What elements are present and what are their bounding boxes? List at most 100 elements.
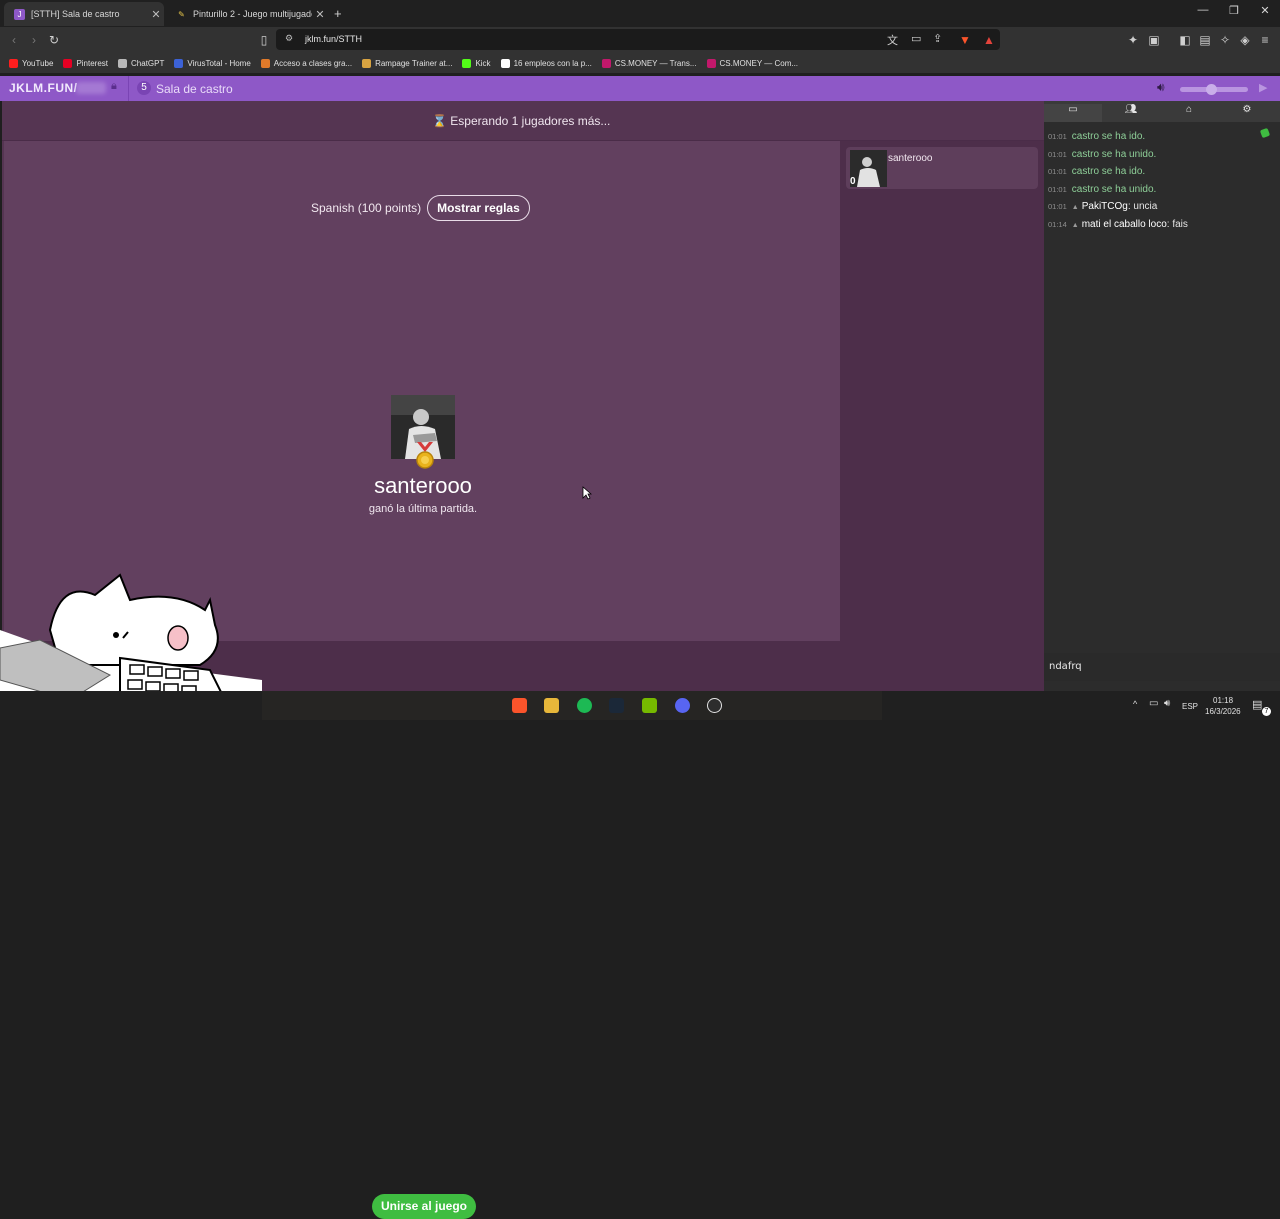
winner-caption: ganó la última partida.	[368, 503, 478, 515]
nvidia-taskbar-icon[interactable]	[642, 698, 657, 713]
leo-ai-icon[interactable]: ✧	[1216, 31, 1234, 49]
bookmark-item[interactable]: YouTube	[9, 58, 54, 68]
bookmark-favicon-icon	[118, 58, 128, 68]
tab-search-icon[interactable]: ▣	[1145, 31, 1163, 49]
tab-sala-de-castro[interactable]: J [STTH] Sala de castro ✕	[4, 2, 164, 26]
bookmark-item[interactable]: 16 empleos con la p...	[500, 58, 592, 68]
new-tab-plus-icon[interactable]: +	[334, 6, 342, 21]
bookmark-favicon-icon	[260, 58, 270, 68]
tab-title: Pinturillo 2 - Juego multijugador onli	[193, 9, 312, 19]
steam-taskbar-icon[interactable]	[609, 698, 624, 713]
winner-name: santerooo	[374, 473, 472, 498]
hourglass-icon: ⌛	[432, 114, 447, 128]
restore-window-icon[interactable]: ❐	[1219, 4, 1249, 17]
site-logo[interactable]: JKLM.FUN/	[9, 81, 78, 95]
bookmark-item[interactable]: VirusTotal - Home	[174, 58, 251, 68]
minimize-window-icon[interactable]: —	[1188, 4, 1218, 16]
bookmark-favicon-icon	[174, 58, 184, 68]
show-rules-button[interactable]: Mostrar reglas	[427, 195, 530, 221]
vpn-shield-icon[interactable]: ◈	[1236, 31, 1254, 49]
bookmark-item[interactable]: Pinterest	[63, 58, 108, 68]
user-rank-icon: ▲	[1071, 204, 1079, 211]
taskbar-wallpaper-strip	[262, 691, 882, 720]
discord-taskbar-icon[interactable]	[675, 698, 690, 713]
bookmark-favicon-icon	[362, 58, 372, 68]
bookmark-item[interactable]: Kick	[462, 58, 491, 68]
room-player-count: 5	[137, 81, 151, 95]
chat-input[interactable]: ndafrq	[1044, 653, 1280, 681]
spotify-taskbar-icon[interactable]	[577, 698, 592, 713]
bookmark-item[interactable]: CS.MONEY — Trans...	[601, 58, 697, 68]
bookmark-favicon-icon	[601, 58, 611, 68]
keyboard-language[interactable]: ESP	[1182, 702, 1198, 711]
play-arrow-icon[interactable]: ▶	[1259, 81, 1267, 94]
player-list: santerooo 0	[840, 141, 1044, 691]
sidebar-toggle-icon[interactable]: ◧	[1176, 31, 1194, 49]
status-text-wrapper: ⌛ Esperando 1 jugadores más...	[432, 114, 610, 128]
bookmark-label: VirusTotal - Home	[187, 58, 251, 68]
chat-timestamp: 01:01	[1048, 202, 1067, 211]
speaker-icon[interactable]: 🔊︎	[1157, 80, 1165, 95]
hidden-icons-chevron-icon[interactable]: ^	[1133, 699, 1137, 709]
browser-tab-strip: J [STTH] Sala de castro ✕ ✎ Pinturillo 2…	[0, 0, 1280, 27]
clock-time[interactable]: 01:18	[1213, 696, 1233, 705]
url-text: jklm.fun/STTH	[305, 34, 363, 44]
extensions-icon[interactable]: ✦	[1124, 31, 1142, 49]
bookmark-favicon-icon	[9, 58, 18, 68]
player-card: santerooo 0	[846, 147, 1038, 189]
lock-icon[interactable]: 🔒︎	[111, 80, 117, 93]
chat-indicator-icon	[1259, 127, 1271, 139]
volume-tray-icon[interactable]: 🔊︎	[1164, 698, 1170, 709]
chat-username[interactable]: PakiTCOg	[1082, 201, 1128, 212]
room-name: Sala de castro	[156, 82, 233, 96]
bookmark-item[interactable]: ChatGPT	[118, 58, 164, 68]
chat-system-text: castro se ha unido.	[1071, 183, 1157, 195]
bookmark-item[interactable]: CS.MONEY — Com...	[706, 58, 799, 68]
bookmark-page-icon[interactable]: ▯	[255, 31, 273, 49]
bookmark-item[interactable]: Rampage Trainer at...	[362, 58, 452, 68]
tab-pinturillo[interactable]: ✎ Pinturillo 2 - Juego multijugador onli…	[166, 2, 328, 26]
reload-icon[interactable]: ↻	[45, 31, 63, 49]
wallet-icon[interactable]: ▤	[1196, 31, 1214, 49]
bookmark-label: Acceso a clases gra...	[273, 58, 353, 68]
network-icon[interactable]: ▭	[1149, 698, 1158, 709]
join-game-button[interactable]: Unirse al juego	[372, 1194, 476, 1219]
file-explorer-taskbar-icon[interactable]	[544, 698, 559, 713]
rules-row: Spanish (100 points) Mostrar reglas	[311, 195, 530, 221]
clock-date[interactable]: 16/3/2026	[1205, 707, 1241, 716]
chat-message: 01:01 castro se ha ido.	[1048, 131, 1145, 142]
chat-message: 01:01 castro se ha unido.	[1048, 184, 1156, 195]
home-tab-icon[interactable]: ⌂	[1160, 104, 1218, 115]
player-name: santerooo	[888, 153, 933, 164]
bookmark-label: CS.MONEY — Com...	[719, 58, 799, 68]
brave-rewards-icon[interactable]: ▲	[980, 31, 998, 49]
brave-shield-icon[interactable]: ▼	[956, 31, 974, 49]
close-tab-icon[interactable]: ✕	[148, 8, 164, 21]
obs-taskbar-icon[interactable]	[707, 698, 722, 713]
bookmark-item[interactable]: Acceso a clases gra...	[260, 58, 353, 68]
bookmark-favicon-icon	[63, 58, 73, 68]
back-arrow-icon[interactable]: ‹	[5, 31, 23, 49]
address-bar[interactable]: ⚙ jklm.fun/STTH 文 ▭ ⇪	[276, 29, 1000, 50]
close-window-icon[interactable]: ✕	[1250, 4, 1280, 17]
chat-timestamp: 01:01	[1048, 149, 1067, 159]
chat-username[interactable]: mati el caballo loco	[1082, 219, 1167, 230]
menu-icon[interactable]: ≡	[1256, 31, 1274, 49]
cast-icon[interactable]: ▭	[911, 32, 921, 45]
chat-tab-icon[interactable]: ▭	[1044, 104, 1102, 122]
settings-tab-icon[interactable]: ⚙	[1218, 104, 1276, 115]
share-icon[interactable]: ⇪	[933, 32, 942, 45]
brave-taskbar-icon[interactable]	[512, 698, 527, 713]
windows-taskbar: ^ ▭ 🔊︎ ESP 01:18 16/3/2026 ▤ 7	[0, 691, 1280, 720]
bookmark-label: YouTube	[22, 58, 54, 68]
notification-count: 7	[1262, 707, 1271, 716]
translate-icon[interactable]: 文	[887, 32, 898, 48]
forward-arrow-icon[interactable]: ›	[25, 31, 43, 49]
close-tab-icon[interactable]: ✕	[312, 8, 328, 21]
volume-slider-knob[interactable]	[1205, 84, 1217, 95]
notification-icon[interactable]: ▤	[1252, 698, 1262, 711]
site-info-icon[interactable]: ⚙	[285, 33, 293, 44]
bookmark-favicon-icon	[500, 58, 510, 68]
players-tab-icon[interactable]: 👥︎	[1102, 104, 1160, 115]
gold-medal-icon	[416, 442, 434, 469]
